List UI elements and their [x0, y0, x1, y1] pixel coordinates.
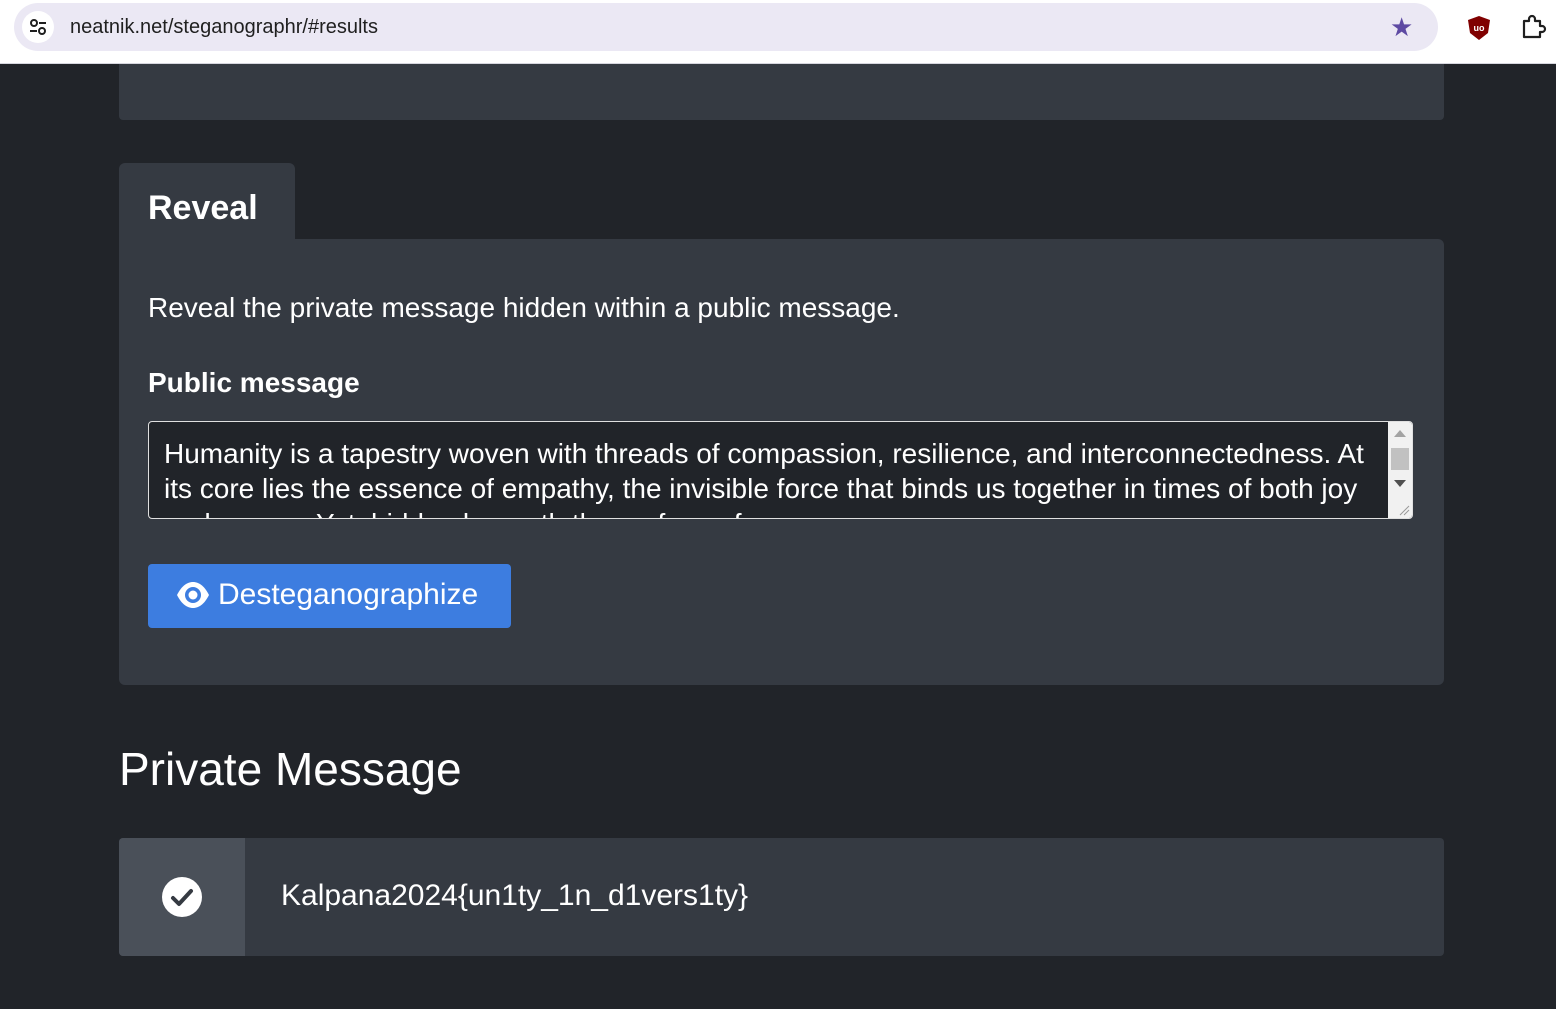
steganographize-card-bottom — [119, 64, 1444, 120]
result-icon-box — [119, 838, 245, 956]
public-message-text[interactable]: Humanity is a tapestry woven with thread… — [164, 436, 1382, 518]
site-settings-icon[interactable] — [22, 11, 54, 43]
url-text[interactable]: neatnik.net/steganographr/#results — [70, 16, 378, 39]
resize-grip-icon[interactable] — [1398, 504, 1410, 516]
bookmark-star-icon[interactable]: ★ — [1390, 13, 1413, 41]
desteganographize-button[interactable]: Desteganographize — [148, 564, 511, 628]
check-circle-icon — [162, 877, 202, 917]
private-message-text: Kalpana2024{un1ty_1n_d1vers1ty} — [281, 879, 749, 912]
ublock-origin-icon[interactable]: uo — [1465, 14, 1493, 47]
tab-reveal-label: Reveal — [148, 189, 258, 227]
scroll-thumb[interactable] — [1391, 448, 1409, 470]
private-message-result: Kalpana2024{un1ty_1n_d1vers1ty} — [119, 838, 1444, 956]
reveal-panel: Reveal the private message hidden within… — [119, 239, 1444, 685]
public-message-textarea[interactable]: Humanity is a tapestry woven with thread… — [148, 421, 1413, 519]
address-bar[interactable]: neatnik.net/steganographr/#results ★ — [14, 3, 1438, 51]
desteganographize-label: Desteganographize — [218, 578, 479, 611]
tab-reveal[interactable]: Reveal — [119, 163, 295, 241]
eye-icon — [177, 582, 209, 608]
scroll-up-arrow-icon[interactable] — [1394, 430, 1406, 437]
browser-toolbar: neatnik.net/steganographr/#results ★ uo — [0, 0, 1556, 64]
public-message-label: Public message — [148, 367, 360, 398]
svg-text:uo: uo — [1474, 23, 1485, 33]
reveal-description: Reveal the private message hidden within… — [148, 292, 900, 323]
scroll-down-arrow-icon[interactable] — [1394, 480, 1406, 487]
extensions-puzzle-icon[interactable] — [1518, 12, 1548, 47]
private-message-heading: Private Message — [119, 743, 462, 795]
